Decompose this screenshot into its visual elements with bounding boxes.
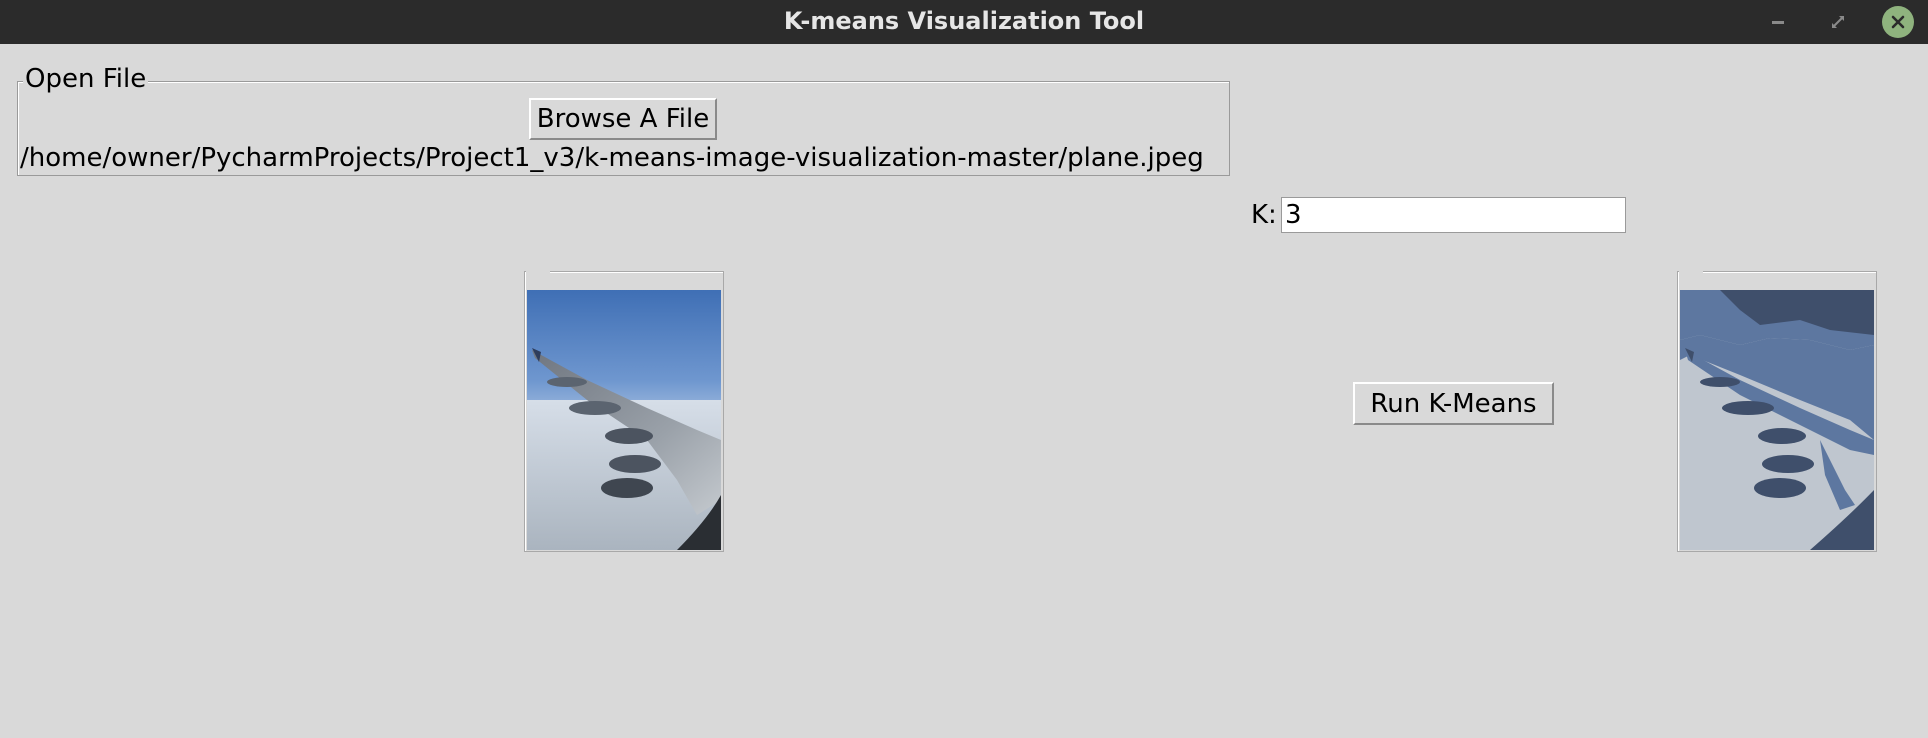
maximize-button[interactable] [1823,7,1853,37]
clustered-image-panel [1677,271,1877,552]
clustered-image [1680,290,1874,550]
minimize-icon [1772,21,1784,24]
browse-file-button[interactable]: Browse A File [529,98,717,140]
original-image [527,290,721,550]
original-image-panel [524,271,724,552]
minimize-button[interactable] [1763,7,1793,37]
file-path-label: /home/owner/PycharmProjects/Project1_v3/… [20,143,1204,173]
close-icon [1891,15,1905,29]
k-input[interactable] [1281,197,1626,233]
open-file-legend: Open File [23,63,149,95]
close-button[interactable] [1882,6,1914,38]
run-kmeans-button[interactable]: Run K-Means [1353,382,1554,425]
window-title: K-means Visualization Tool [783,7,1145,35]
maximize-icon [1832,16,1844,28]
k-label: K: [1251,200,1277,230]
title-bar: K-means Visualization Tool [0,0,1928,44]
